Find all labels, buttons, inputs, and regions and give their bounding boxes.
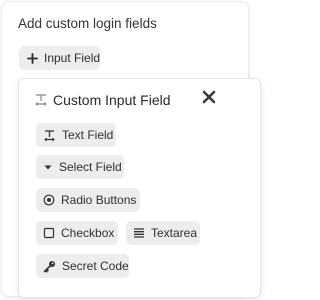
key-icon <box>43 259 56 273</box>
caret-down-icon <box>43 160 53 174</box>
lines-icon <box>133 226 145 240</box>
secret-code-label: Secret Code <box>62 259 129 273</box>
radio-icon <box>43 193 55 207</box>
radio-buttons-label: Radio Buttons <box>61 193 137 207</box>
select-field-label: Select Field <box>59 160 122 174</box>
select-field-button[interactable]: Select Field <box>36 155 124 179</box>
secret-code-button[interactable]: Secret Code <box>36 254 129 278</box>
add-input-field-button[interactable]: Input Field <box>19 46 100 70</box>
text-field-icon <box>34 93 48 107</box>
text-field-button[interactable]: Text Field <box>36 123 116 147</box>
text-field-label: Text Field <box>62 128 114 142</box>
dialog-title: Custom Input Field <box>53 92 171 108</box>
add-input-field-label: Input Field <box>44 51 101 65</box>
textarea-label: Textarea <box>151 226 198 240</box>
checkbox-icon <box>43 226 55 240</box>
text-field-icon <box>43 128 56 142</box>
radio-buttons-button[interactable]: Radio Buttons <box>36 188 140 212</box>
panel-title: Add custom login fields <box>18 16 157 31</box>
close-icon[interactable] <box>201 89 217 105</box>
checkbox-button[interactable]: Checkbox <box>36 221 118 245</box>
checkbox-label: Checkbox <box>61 226 115 240</box>
plus-icon <box>27 51 38 65</box>
textarea-button[interactable]: Textarea <box>126 221 200 245</box>
